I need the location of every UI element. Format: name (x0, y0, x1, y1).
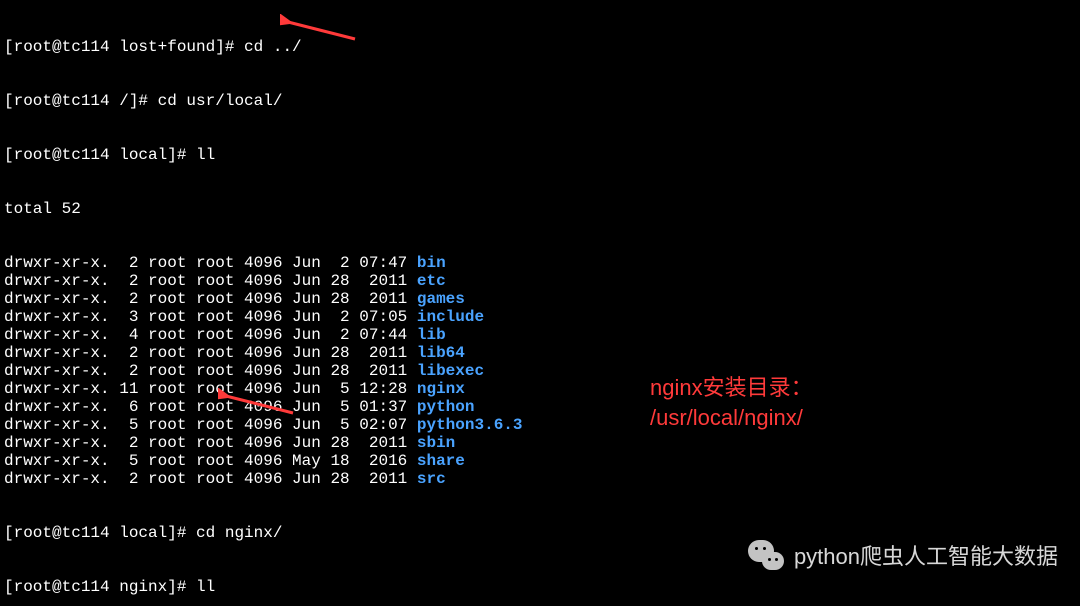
file-name: libexec (417, 362, 484, 380)
file-meta: drwxr-xr-x. 5 root root 4096 Jun 5 02:07 (4, 416, 417, 434)
file-name: sbin (417, 434, 455, 452)
listing-row: drwxr-xr-x. 2 root root 4096 Jun 2 07:47… (4, 254, 1076, 272)
host: [root@tc114 nginx]# (4, 578, 196, 596)
file-name: include (417, 308, 484, 326)
file-meta: drwxr-xr-x. 4 root root 4096 Jun 2 07:44 (4, 326, 417, 344)
wechat-icon (746, 538, 784, 576)
prompt-line: [root@tc114 nginx]# ll (4, 578, 1076, 596)
file-meta: drwxr-xr-x. 2 root root 4096 Jun 28 2011 (4, 344, 417, 362)
file-name: src (417, 470, 446, 488)
file-meta: drwxr-xr-x. 2 root root 4096 Jun 28 2011 (4, 362, 417, 380)
annotation-line: /usr/local/nginx/ (650, 403, 813, 433)
listing-row: drwxr-xr-x. 4 root root 4096 Jun 2 07:44… (4, 326, 1076, 344)
host: [root@tc114 lost+found]# (4, 38, 244, 56)
watermark-text: python爬虫人工智能大数据 (794, 548, 1058, 566)
file-name: lib (417, 326, 446, 344)
file-meta: drwxr-xr-x. 3 root root 4096 Jun 2 07:05 (4, 308, 417, 326)
listing-row: drwxr-xr-x. 2 root root 4096 Jun 28 2011… (4, 272, 1076, 290)
file-meta: drwxr-xr-x. 5 root root 4096 May 18 2016 (4, 452, 417, 470)
listing-row: drwxr-xr-x. 2 root root 4096 Jun 28 2011… (4, 362, 1076, 380)
cmd: ll (196, 578, 215, 596)
listing-row: drwxr-xr-x. 2 root root 4096 Jun 28 2011… (4, 470, 1076, 488)
file-meta: drwxr-xr-x. 11 root root 4096 Jun 5 12:2… (4, 380, 417, 398)
host: [root@tc114 local]# (4, 146, 196, 164)
listing-row: drwxr-xr-x. 2 root root 4096 Jun 28 2011… (4, 434, 1076, 452)
prompt-line: [root@tc114 local]# ll (4, 146, 1076, 164)
file-name: games (417, 290, 465, 308)
file-name: etc (417, 272, 446, 290)
host: [root@tc114 local]# (4, 524, 196, 542)
file-name: lib64 (417, 344, 465, 362)
file-name: share (417, 452, 465, 470)
listing-row: drwxr-xr-x. 6 root root 4096 Jun 5 01:37… (4, 398, 1076, 416)
file-name: python (417, 398, 475, 416)
listing-row: drwxr-xr-x. 5 root root 4096 Jun 5 02:07… (4, 416, 1076, 434)
file-meta: drwxr-xr-x. 6 root root 4096 Jun 5 01:37 (4, 398, 417, 416)
annotation-text: nginx安装目录： /usr/local/nginx/ (650, 373, 813, 433)
listing-row: drwxr-xr-x. 11 root root 4096 Jun 5 12:2… (4, 380, 1076, 398)
annotation-line: nginx安装目录： (650, 373, 813, 403)
file-meta: drwxr-xr-x. 2 root root 4096 Jun 2 07:47 (4, 254, 417, 272)
file-name: python3.6.3 (417, 416, 523, 434)
listing-row: drwxr-xr-x. 2 root root 4096 Jun 28 2011… (4, 344, 1076, 362)
cmd: ll (196, 146, 215, 164)
watermark: python爬虫人工智能大数据 (746, 538, 1058, 576)
cmd: cd usr/local/ (158, 92, 283, 110)
file-name: bin (417, 254, 446, 272)
listing-row: drwxr-xr-x. 2 root root 4096 Jun 28 2011… (4, 290, 1076, 308)
cmd: cd ../ (244, 38, 302, 56)
cmd: cd nginx/ (196, 524, 282, 542)
total-line: total 52 (4, 200, 1076, 218)
prompt-line: [root@tc114 lost+found]# cd ../ (4, 38, 1076, 56)
listing-row: drwxr-xr-x. 3 root root 4096 Jun 2 07:05… (4, 308, 1076, 326)
terminal-output[interactable]: [root@tc114 lost+found]# cd ../ [root@tc… (0, 0, 1080, 606)
prompt-line: [root@tc114 /]# cd usr/local/ (4, 92, 1076, 110)
file-meta: drwxr-xr-x. 2 root root 4096 Jun 28 2011 (4, 290, 417, 308)
host: [root@tc114 /]# (4, 92, 158, 110)
file-meta: drwxr-xr-x. 2 root root 4096 Jun 28 2011 (4, 272, 417, 290)
directory-listing: drwxr-xr-x. 2 root root 4096 Jun 2 07:47… (4, 254, 1076, 488)
listing-row: drwxr-xr-x. 5 root root 4096 May 18 2016… (4, 452, 1076, 470)
file-name: nginx (417, 380, 465, 398)
file-meta: drwxr-xr-x. 2 root root 4096 Jun 28 2011 (4, 434, 417, 452)
file-meta: drwxr-xr-x. 2 root root 4096 Jun 28 2011 (4, 470, 417, 488)
